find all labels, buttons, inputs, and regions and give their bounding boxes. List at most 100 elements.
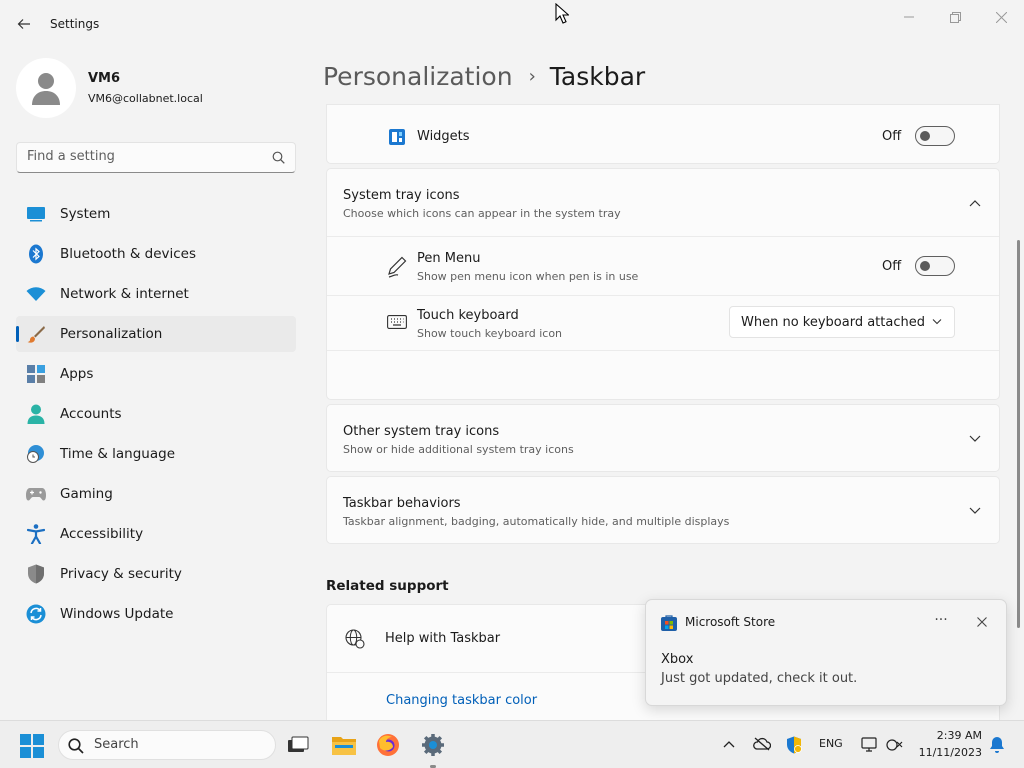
widgets-row: Widgets Off	[326, 104, 1000, 164]
globe-help-icon	[345, 629, 365, 649]
file-explorer-button[interactable]	[331, 732, 357, 758]
system-tray-icons-header[interactable]: System tray icons Choose which icons can…	[327, 169, 999, 237]
pen-menu-toggle[interactable]	[915, 256, 955, 276]
other-system-tray-icons-row[interactable]: Other system tray icons Show or hide add…	[326, 404, 1000, 472]
search-icon	[272, 151, 285, 164]
firefox-button[interactable]	[375, 732, 401, 758]
system-tray-icons-subtitle: Choose which icons can appear in the sys…	[343, 207, 621, 220]
touch-keyboard-dropdown[interactable]: When no keyboard attached	[729, 306, 955, 338]
behaviors-subtitle: Taskbar alignment, badging, automaticall…	[343, 515, 730, 528]
breadcrumb-parent[interactable]: Personalization	[323, 62, 513, 91]
minimize-icon	[904, 16, 914, 18]
widgets-toggle-state: Off	[882, 129, 902, 144]
microsoft-store-icon	[661, 615, 677, 631]
sidebar-item-accounts[interactable]: Accounts	[16, 396, 296, 432]
search-input[interactable]	[27, 149, 257, 164]
network-display-icon[interactable]	[861, 737, 879, 753]
sidebar-item-label: Privacy & security	[60, 566, 182, 582]
other-tray-subtitle: Show or hide additional system tray icon…	[343, 443, 574, 456]
back-button[interactable]	[12, 12, 36, 36]
minimize-button[interactable]	[887, 6, 931, 28]
system-tray-icons-title: System tray icons	[343, 188, 460, 203]
sidebar-item-time-language[interactable]: Time & language	[16, 436, 296, 472]
sidebar-item-gaming[interactable]: Gaming	[16, 476, 296, 512]
system-tray-icons-section: System tray icons Choose which icons can…	[326, 168, 1000, 400]
clock-time[interactable]: 2:39 AM	[920, 729, 982, 742]
volume-muted-icon[interactable]	[886, 737, 904, 753]
pen-menu-title: Pen Menu	[417, 251, 481, 266]
gear-icon	[422, 734, 444, 756]
task-view-icon	[288, 736, 309, 752]
widgets-label: Widgets	[417, 129, 470, 144]
sidebar-item-network[interactable]: Network & internet	[16, 276, 296, 312]
sidebar-item-personalization[interactable]: Personalization	[16, 316, 296, 352]
widgets-toggle[interactable]	[915, 126, 955, 146]
wifi-icon	[26, 284, 46, 304]
sidebar-item-windows-update[interactable]: Windows Update	[16, 596, 296, 632]
toast-more-button[interactable]: ···	[930, 612, 952, 632]
touch-keyboard-selected: When no keyboard attached	[741, 315, 925, 330]
system-icon	[26, 204, 46, 224]
pen-icon	[388, 256, 407, 278]
sidebar-item-label: Apps	[60, 366, 94, 382]
sidebar-item-bluetooth[interactable]: Bluetooth & devices	[16, 236, 296, 272]
sidebar-item-accessibility[interactable]: Accessibility	[16, 516, 296, 552]
taskbar-behaviors-row[interactable]: Taskbar behaviors Taskbar alignment, bad…	[326, 476, 1000, 544]
toast-title: Xbox	[661, 652, 694, 667]
close-button[interactable]	[979, 6, 1023, 28]
touch-keyboard-subtitle: Show touch keyboard icon	[417, 327, 563, 340]
sidebar-item-label: Bluetooth & devices	[60, 246, 197, 262]
brush-icon	[26, 324, 46, 344]
sidebar-item-apps[interactable]: Apps	[16, 356, 296, 392]
toast-body: Just got updated, check it out.	[661, 671, 858, 686]
touch-keyboard-row: Touch keyboard Show touch keyboard icon …	[327, 297, 999, 351]
toast-app-name: Microsoft Store	[685, 615, 776, 629]
sidebar-item-privacy[interactable]: Privacy & security	[16, 556, 296, 592]
toast-close-button[interactable]	[971, 612, 993, 632]
user-email: VM6@collabnet.local	[88, 92, 203, 105]
taskbar-search[interactable]: Search	[58, 730, 276, 760]
settings-taskbar-button[interactable]	[420, 732, 446, 758]
mouse-cursor-icon	[555, 3, 569, 24]
taskbar-search-label: Search	[94, 737, 139, 752]
sidebar-item-label: Network & internet	[60, 286, 189, 302]
sidebar-item-label: Accessibility	[60, 526, 144, 542]
search-box[interactable]	[16, 142, 296, 173]
restore-icon	[949, 11, 961, 23]
sidebar-item-system[interactable]: System	[16, 196, 296, 232]
globe-clock-icon	[26, 444, 46, 464]
sidebar-item-label: Gaming	[60, 486, 113, 502]
bluetooth-icon	[26, 244, 46, 264]
cloud-offline-icon[interactable]	[753, 737, 771, 751]
firefox-icon	[377, 734, 399, 756]
taskbar: Search ENG 2:39 AM 11/11/2023	[0, 720, 1024, 768]
keyboard-icon	[387, 315, 407, 329]
scrollbar-thumb[interactable]	[1017, 240, 1020, 628]
arrow-left-icon	[17, 19, 30, 29]
touch-keyboard-title: Touch keyboard	[417, 308, 519, 323]
other-tray-title: Other system tray icons	[343, 424, 500, 439]
chevron-up-icon[interactable]	[723, 740, 735, 748]
sidebar-item-label: Personalization	[60, 326, 163, 342]
task-view-button[interactable]	[285, 732, 311, 758]
accounts-icon	[26, 404, 46, 424]
page-title: Taskbar	[549, 61, 646, 91]
related-support-heading: Related support	[326, 578, 449, 594]
help-with-taskbar-label: Help with Taskbar	[385, 631, 501, 646]
changing-taskbar-color-link[interactable]: Changing taskbar color	[386, 693, 537, 708]
app-title: Settings	[50, 17, 100, 31]
gamepad-icon	[26, 484, 46, 504]
sidebar-item-label: Accounts	[60, 406, 122, 422]
sidebar-item-label: System	[60, 206, 111, 222]
input-language[interactable]: ENG	[819, 737, 843, 750]
behaviors-title: Taskbar behaviors	[343, 496, 461, 511]
notification-bell-icon[interactable]	[989, 736, 1005, 754]
maximize-button[interactable]	[933, 6, 977, 28]
start-button[interactable]	[20, 734, 44, 762]
security-shield-icon[interactable]	[786, 736, 802, 754]
breadcrumb: Personalization › Taskbar	[323, 58, 645, 94]
sidebar-item-label: Windows Update	[60, 606, 174, 622]
toast-notification[interactable]: Microsoft Store ··· Xbox Just got update…	[645, 599, 1007, 706]
clock-date[interactable]: 11/11/2023	[914, 746, 982, 759]
breadcrumb-separator: ›	[528, 65, 536, 87]
